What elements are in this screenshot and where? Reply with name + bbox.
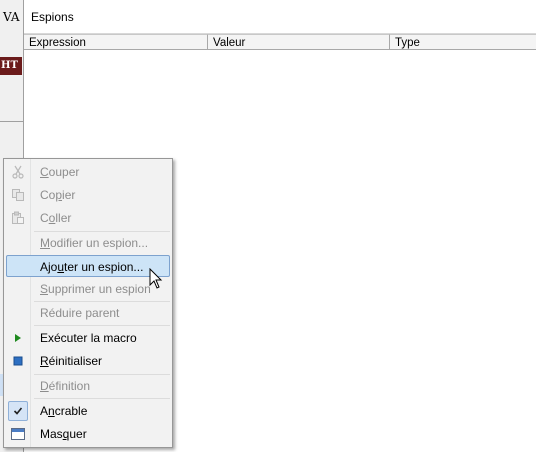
background-tag: HT xyxy=(0,57,22,75)
menu-item-label: Couper xyxy=(40,165,80,179)
column-header-expression[interactable]: Expression xyxy=(24,34,208,50)
hide-window-icon xyxy=(10,426,26,442)
menu-item-label: Supprimer un espion xyxy=(40,282,151,296)
copy-icon xyxy=(10,187,26,203)
paste-icon xyxy=(10,210,26,226)
run-macro-icon xyxy=(10,330,26,346)
menu-item-hide[interactable]: Masquer xyxy=(6,423,170,445)
menu-item-label: Coller xyxy=(40,211,72,225)
mouse-cursor-icon xyxy=(149,268,163,289)
menu-item-reset[interactable]: Réinitialiser xyxy=(6,350,170,372)
watch-window-titlebar[interactable]: Espions xyxy=(24,0,536,34)
menu-separator xyxy=(34,398,170,399)
background-divider xyxy=(0,121,23,122)
background-code-text: VA xyxy=(3,10,20,24)
menu-item-label: Réinitialiser xyxy=(40,354,103,368)
menu-item-dockable[interactable]: Ancrable xyxy=(6,400,170,422)
column-header-type[interactable]: Type xyxy=(390,34,536,50)
menu-separator xyxy=(34,325,170,326)
menu-item-collapse-parent[interactable]: Réduire parent xyxy=(6,302,170,324)
reset-icon xyxy=(10,353,26,369)
menu-item-label: Modifier un espion... xyxy=(40,236,149,250)
column-header-value[interactable]: Valeur xyxy=(208,34,390,50)
menu-item-cut[interactable]: Couper xyxy=(6,161,170,183)
menu-item-paste[interactable]: Coller xyxy=(6,207,170,229)
menu-item-edit-watch[interactable]: Modifier un espion... xyxy=(6,232,170,254)
checkmark-icon xyxy=(8,401,28,421)
menu-item-label: Ancrable xyxy=(40,404,88,418)
menu-item-run-macro[interactable]: Exécuter la macro xyxy=(6,327,170,349)
menu-item-definition[interactable]: Définition xyxy=(6,375,170,397)
menu-item-add-watch[interactable]: Ajouter un espion... xyxy=(6,255,170,277)
menu-item-label: Réduire parent xyxy=(40,306,120,320)
menu-item-copy[interactable]: Copier xyxy=(6,184,170,206)
menu-item-label: Copier xyxy=(40,188,76,202)
menu-item-label: Masquer xyxy=(40,427,87,441)
context-menu: Couper Copier Coller Modifier un espion.… xyxy=(3,158,173,448)
scissors-icon xyxy=(10,164,26,180)
menu-item-label: Ajouter un espion... xyxy=(40,260,144,274)
menu-item-label: Définition xyxy=(40,379,91,393)
menu-item-delete-watch[interactable]: Supprimer un espion xyxy=(6,278,170,300)
menu-item-label: Exécuter la macro xyxy=(40,331,137,345)
watch-window-title: Espions xyxy=(31,10,74,24)
